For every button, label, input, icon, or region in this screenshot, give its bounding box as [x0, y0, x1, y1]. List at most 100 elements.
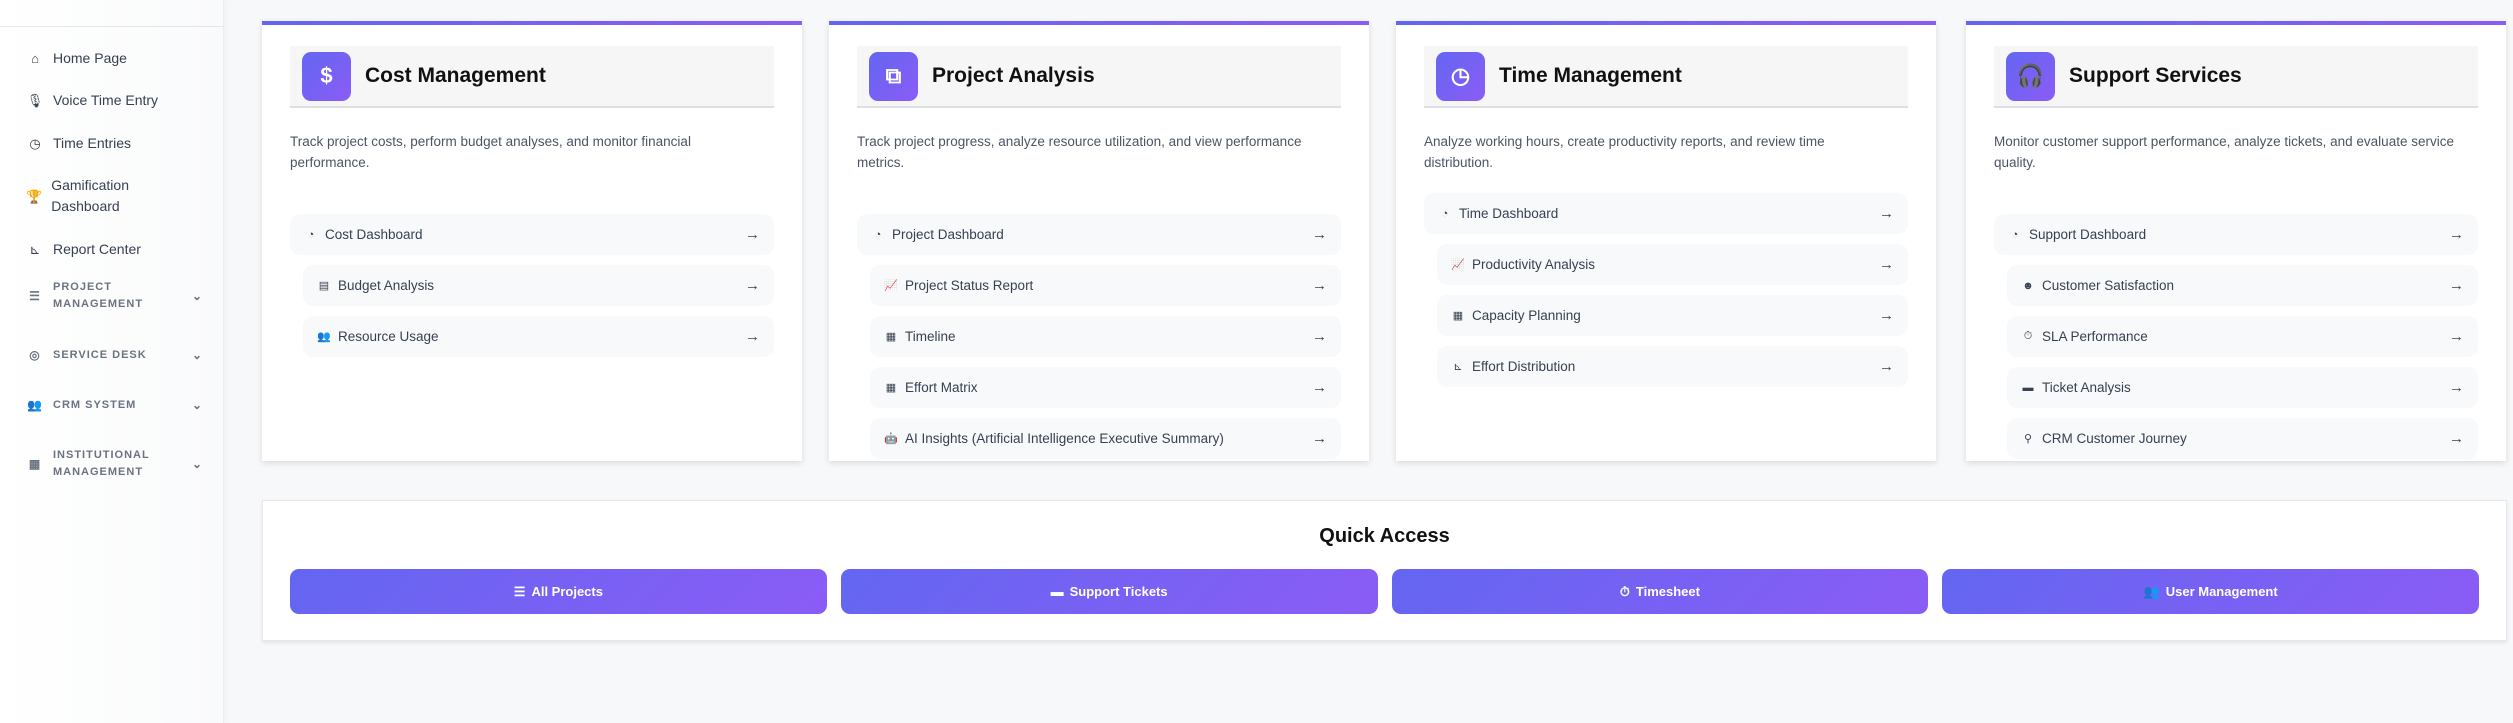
card-description: Track project progress, analyze resource…	[857, 134, 1302, 170]
link-effort-matrix[interactable]: ▦ Effort Matrix →	[870, 367, 1341, 408]
button-label: Timesheet	[1635, 584, 1700, 599]
link-effort-distribution[interactable]: ⊾ Effort Distribution →	[1437, 346, 1908, 387]
card-support-services: 🎧 Support Services Monitor customer suppo…	[1966, 21, 2506, 461]
button-icon: ▬	[1050, 584, 1064, 599]
sidebar-item-report-center[interactable]: ⊾ Report Center	[26, 239, 203, 260]
item-icon: 🤖	[884, 433, 898, 445]
arrow-right-icon: →	[1312, 226, 1327, 243]
item-icon: ⚲	[2023, 433, 2033, 445]
users-icon: 👥	[27, 398, 43, 412]
button-label: User Management	[2165, 584, 2278, 599]
quick-user-management-button[interactable]: 👥 User Management	[1942, 569, 2479, 614]
item-label: Project Dashboard	[892, 227, 1004, 242]
quick-access-title: Quick Access	[1319, 525, 1450, 547]
card-description: Monitor customer support performance, an…	[1994, 134, 2454, 170]
chart-icon: ⊾	[29, 242, 41, 257]
sidebar-section-crm-system[interactable]: 👥 CRM System ⌄	[26, 397, 203, 414]
button-label: All Projects	[531, 584, 603, 599]
arrow-right-icon: →	[2449, 226, 2464, 243]
arrow-right-icon: →	[1879, 205, 1894, 222]
item-label: Resource Usage	[338, 329, 439, 344]
section-label: Service Desk	[53, 349, 147, 361]
building-icon: ▦	[28, 456, 42, 471]
arrow-right-icon: →	[2449, 277, 2464, 294]
link-project-status-report[interactable]: 📈 Project Status Report →	[870, 265, 1341, 306]
sidebar-section-project-management[interactable]: ☰ Project Management ⌄	[26, 279, 203, 313]
sidebar-item-label: Home Page	[53, 50, 127, 66]
link-ai-insights-artificial-intelligence-executive-summary[interactable]: 🤖 AI Insights (Artificial Intelligence Ex…	[870, 418, 1341, 459]
dollar-icon: $	[302, 51, 351, 101]
sidebar-section-institutional-management[interactable]: ▦ Institutional Management ⌄	[26, 447, 203, 481]
microphone-icon: 🎙	[26, 93, 44, 108]
item-icon: ☻	[2022, 279, 2034, 292]
sidebar-item-label: Voice Time Entry	[53, 92, 159, 108]
card-title: Time Management	[1499, 64, 1682, 87]
link-crm-customer-journey[interactable]: ⚲ CRM Customer Journey →	[2007, 418, 2478, 459]
sidebar-item-voice-time-entry[interactable]: 🎙 Voice Time Entry	[26, 90, 203, 111]
item-icon: 👥	[317, 331, 331, 343]
card-header: $ Cost Management	[290, 46, 774, 108]
item-label: Effort Matrix	[905, 380, 978, 395]
card-description: Analyze working hours, create productivi…	[1424, 134, 1825, 170]
sidebar-item-home[interactable]: ⌂ Home Page	[26, 48, 203, 69]
quick-timesheet-button[interactable]: ⏱ Timesheet	[1391, 569, 1929, 614]
item-label: CRM Customer Journey	[2042, 431, 2187, 446]
item-label: Capacity Planning	[1472, 308, 1581, 323]
item-label: Support Dashboard	[2029, 227, 2147, 242]
item-label: Ticket Analysis	[2042, 380, 2131, 395]
item-icon: ▦	[885, 331, 897, 343]
link-ticket-analysis[interactable]: ▬ Ticket Analysis →	[2007, 367, 2478, 408]
item-label: Time Dashboard	[1459, 206, 1559, 221]
item-icon: 📈	[884, 280, 898, 292]
section-label: Institutional Management	[53, 449, 150, 478]
item-icon: ▤	[318, 280, 330, 292]
chevron-down-icon: ⌄	[191, 456, 203, 471]
item-icon: ◔	[874, 228, 882, 241]
item-icon: ◔	[307, 228, 315, 241]
arrow-right-icon: →	[1879, 358, 1894, 375]
link-capacity-planning[interactable]: ▦ Capacity Planning →	[1437, 295, 1908, 336]
sidebar-item-gamification[interactable]: 🏆 Gamification Dashboard	[26, 175, 156, 217]
sidebar-section-service-desk[interactable]: ◎ Service Desk ⌄	[26, 347, 203, 364]
sidebar-item-time-entries[interactable]: ◷ Time Entries	[26, 133, 203, 154]
sidebar-header	[0, 0, 223, 27]
headset-icon: 🎧	[2006, 51, 2055, 101]
item-label: Cost Dashboard	[325, 227, 423, 242]
item-icon: 📈	[1451, 259, 1465, 271]
chevron-down-icon: ⌄	[191, 288, 203, 303]
link-timeline[interactable]: ▦ Timeline →	[870, 316, 1341, 357]
link-time-dashboard[interactable]: ◔ Time Dashboard →	[1424, 193, 1908, 234]
quick-all-projects-button[interactable]: ☰ All Projects	[290, 569, 827, 614]
link-productivity-analysis[interactable]: 📈 Productivity Analysis →	[1437, 244, 1908, 285]
button-icon: ☰	[513, 583, 526, 599]
link-resource-usage[interactable]: 👥 Resource Usage →	[303, 316, 774, 357]
clock-icon: ◷	[29, 136, 41, 151]
item-label: Effort Distribution	[1472, 359, 1576, 374]
chevron-down-icon: ⌄	[191, 348, 203, 362]
sidebar: ⌂ Home Page 🎙 Voice Time Entry ◷ Time Entri…	[0, 0, 224, 723]
trophy-icon: 🏆	[26, 188, 43, 204]
link-budget-analysis[interactable]: ▤ Budget Analysis →	[303, 265, 774, 306]
arrow-right-icon: →	[2449, 328, 2464, 345]
link-customer-satisfaction[interactable]: ☻ Customer Satisfaction →	[2007, 265, 2478, 306]
card-title: Support Services	[2069, 64, 2242, 87]
arrow-right-icon: →	[1879, 256, 1894, 273]
item-label: Project Status Report	[905, 278, 1034, 293]
card-header: 🎧 Support Services	[1994, 46, 2478, 108]
item-icon: ▦	[885, 382, 897, 394]
item-icon: ▬	[2022, 381, 2034, 394]
link-cost-dashboard[interactable]: ◔ Cost Dashboard →	[290, 214, 774, 255]
arrow-right-icon: →	[1879, 307, 1894, 324]
card-header: ◷ Time Management	[1424, 46, 1908, 108]
card-header: ⧉ Project Analysis	[857, 46, 1341, 108]
link-project-dashboard[interactable]: ◔ Project Dashboard →	[857, 214, 1341, 255]
link-support-dashboard[interactable]: ◔ Support Dashboard →	[1994, 214, 2478, 255]
item-label: Budget Analysis	[338, 278, 435, 293]
quick-support-tickets-button[interactable]: ▬ Support Tickets	[840, 569, 1378, 614]
chevron-down-icon: ⌄	[191, 398, 203, 412]
item-icon: ◔	[1441, 207, 1449, 220]
item-icon: ▦	[1452, 310, 1464, 322]
link-sla-performance[interactable]: ⏱ SLA Performance →	[2007, 316, 2478, 357]
arrow-right-icon: →	[1312, 277, 1327, 294]
button-icon: ⏱	[1619, 583, 1630, 599]
